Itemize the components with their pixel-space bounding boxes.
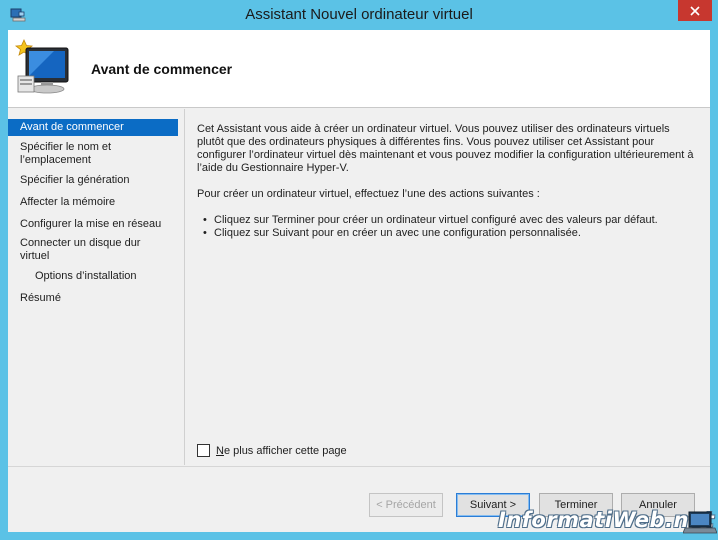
dont-show-again-label[interactable]: Ne plus afficher cette page: [216, 445, 347, 457]
nav-item-resume[interactable]: Résumé: [8, 292, 178, 305]
action-list: Cliquez sur Terminer pour créer un ordin…: [203, 214, 697, 240]
list-item: Cliquez sur Suivant pour en créer un ave…: [203, 227, 697, 240]
nav-item-generation[interactable]: Spécifier la génération: [8, 174, 178, 187]
previous-button[interactable]: < Précédent: [369, 493, 443, 517]
nav-item-disque-dur[interactable]: Connecter un disque dur virtuel: [8, 237, 178, 263]
dont-show-again-checkbox[interactable]: [197, 444, 210, 457]
wizard-client-area: Avant de commencer Avant de commencer Sp…: [8, 30, 710, 532]
watermark-text: InformatiWeb.net: [498, 508, 715, 532]
close-button[interactable]: [678, 0, 712, 21]
virtual-machine-wizard-icon: [14, 39, 69, 94]
wizard-header: Avant de commencer: [8, 30, 710, 108]
footer-divider: [8, 466, 710, 467]
nav-item-reseau[interactable]: Configurer la mise en réseau: [8, 218, 178, 231]
nav-item-options-installation[interactable]: Options d’installation: [8, 270, 178, 283]
nav-item-memoire[interactable]: Affecter la mémoire: [8, 196, 178, 209]
nav-divider: [184, 109, 185, 465]
nav-item-nom-emplacement[interactable]: Spécifier le nom et l’emplacement: [8, 141, 178, 167]
dont-show-again-row[interactable]: Ne plus afficher cette page: [197, 444, 347, 457]
wizard-window: Assistant Nouvel ordinateur virtuel Avan…: [0, 0, 718, 540]
intro-paragraph: Cet Assistant vous aide à créer un ordin…: [197, 123, 694, 174]
nav-item-avant-de-commencer[interactable]: Avant de commencer: [8, 119, 178, 136]
close-icon: [690, 5, 700, 16]
title-bar[interactable]: Assistant Nouvel ordinateur virtuel: [0, 0, 718, 30]
laptop-logo-icon: [683, 511, 717, 534]
actions-intro: Pour créer un ordinateur virtuel, effect…: [197, 188, 540, 200]
list-item: Cliquez sur Terminer pour créer un ordin…: [203, 214, 697, 227]
wizard-step-list: Avant de commencer Spécifier le nom et l…: [8, 109, 184, 465]
wizard-content: Cet Assistant vous aide à créer un ordin…: [197, 123, 697, 240]
page-title: Avant de commencer: [91, 61, 233, 77]
window-title: Assistant Nouvel ordinateur virtuel: [245, 6, 473, 23]
